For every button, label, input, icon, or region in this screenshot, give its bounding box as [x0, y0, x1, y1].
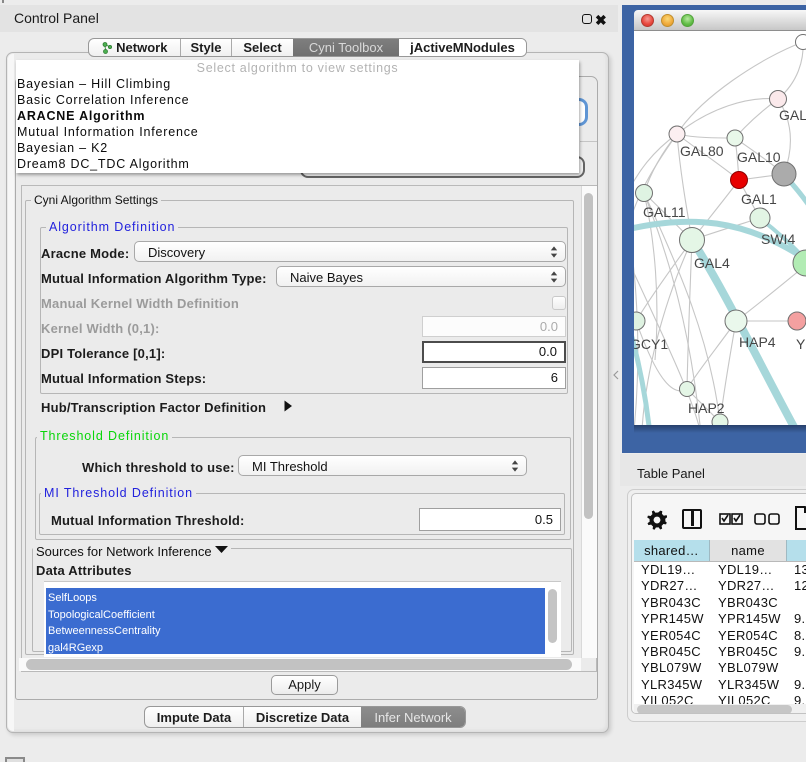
- svg-text:HAP4: HAP4: [739, 334, 776, 350]
- svg-text:GAL80: GAL80: [680, 143, 724, 159]
- svg-text:GAL10: GAL10: [737, 149, 781, 165]
- svg-text:GCY1: GCY1: [634, 336, 668, 352]
- svg-text:Y: Y: [796, 336, 806, 352]
- svg-text:GAL11: GAL11: [643, 204, 686, 220]
- svg-text:HAP2: HAP2: [688, 400, 725, 416]
- svg-text:GAL1: GAL1: [741, 191, 777, 207]
- svg-text:SWI4: SWI4: [761, 231, 795, 247]
- svg-text:GAL: GAL: [779, 107, 806, 123]
- svg-text:GAL4: GAL4: [694, 255, 730, 271]
